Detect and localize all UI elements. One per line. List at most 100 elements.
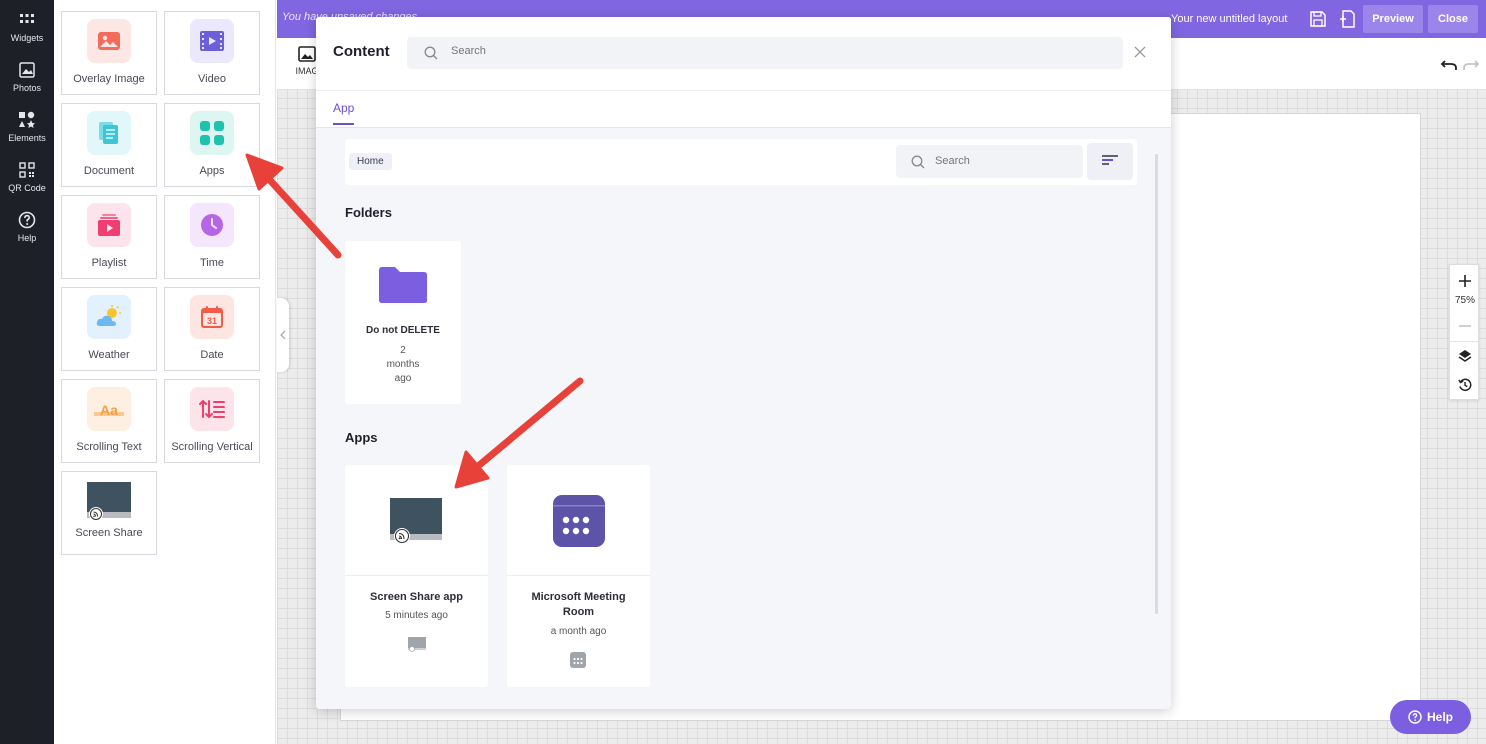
widget-playlist[interactable]: Playlist xyxy=(61,195,157,279)
widget-label: Apps xyxy=(199,165,225,177)
folders-heading: Folders xyxy=(345,205,392,220)
zoom-out-button[interactable] xyxy=(1450,315,1480,337)
app-name-line: Microsoft Meeting xyxy=(531,591,626,603)
widget-scrolling-vertical[interactable]: Scrolling Vertical xyxy=(164,379,260,463)
folder-time-line: ago xyxy=(394,373,412,384)
rail-label: Photos xyxy=(12,83,42,93)
app-name-line: Room xyxy=(562,606,595,618)
modal-header: Content xyxy=(316,17,1171,90)
modal-search[interactable] xyxy=(407,37,1123,69)
inner-search-input[interactable] xyxy=(935,155,1065,167)
widget-screen-share[interactable]: Screen Share xyxy=(61,471,157,555)
redo-icon[interactable] xyxy=(1462,56,1480,72)
rail-label: Help xyxy=(17,233,37,243)
folder-time-line: 2 xyxy=(400,345,406,356)
inner-search[interactable] xyxy=(896,145,1083,178)
screen-share-type-icon xyxy=(408,637,426,652)
chevron-left-icon xyxy=(280,330,286,340)
rail-label: QR Code xyxy=(8,183,46,193)
clock-icon xyxy=(190,203,234,247)
modal-scrollbar[interactable] xyxy=(1155,154,1158,614)
rail-item-qr-code[interactable]: QR Code xyxy=(0,152,54,202)
close-button[interactable]: Close xyxy=(1428,5,1478,33)
help-button-label: Help xyxy=(1426,710,1453,724)
shapes-icon xyxy=(19,111,35,128)
calendar-icon: 31 xyxy=(190,295,234,339)
layout-name[interactable]: Your new untitled layout xyxy=(1171,13,1287,25)
text-icon: Aa xyxy=(87,387,131,431)
apps-heading: Apps xyxy=(345,430,378,445)
meeting-room-icon xyxy=(553,495,605,547)
app-name: Microsoft Meeting Room xyxy=(507,590,650,620)
minus-icon xyxy=(1459,325,1471,327)
left-rail: Widgets Photos Elements QR Code Help xyxy=(0,0,54,744)
widget-scrolling-text[interactable]: Aa Scrolling Text xyxy=(61,379,157,463)
widget-document[interactable]: Document xyxy=(61,103,157,187)
rail-item-elements[interactable]: Elements xyxy=(0,102,54,152)
widget-label: Weather xyxy=(88,349,130,361)
screen-share-icon xyxy=(390,498,442,544)
help-button[interactable]: Help xyxy=(1390,700,1471,734)
grid-icon xyxy=(20,14,34,23)
app-time: a month ago xyxy=(550,626,607,637)
save-icon[interactable] xyxy=(1308,9,1328,29)
rail-label: Elements xyxy=(8,133,46,143)
widget-date[interactable]: 31 Date xyxy=(164,287,260,371)
rail-item-widgets[interactable]: Widgets xyxy=(0,2,54,52)
apps-icon xyxy=(190,111,234,155)
svg-text:31: 31 xyxy=(207,316,217,326)
sort-button[interactable] xyxy=(1087,143,1133,180)
app-time: 5 minutes ago xyxy=(385,610,448,621)
canvas-page-edge xyxy=(340,708,1421,721)
search-input[interactable] xyxy=(451,45,1051,57)
app-card-screen-share[interactable]: Screen Share app 5 minutes ago xyxy=(345,465,488,687)
search-icon xyxy=(424,46,438,60)
folder-card[interactable]: Do not DELETE 2 months ago xyxy=(345,241,461,404)
widget-video[interactable]: Video xyxy=(164,11,260,95)
widget-time[interactable]: Time xyxy=(164,195,260,279)
widget-label: Scrolling Vertical xyxy=(171,441,253,453)
panel-collapse-handle[interactable] xyxy=(277,298,289,372)
tab-app[interactable]: App xyxy=(333,101,355,125)
film-icon xyxy=(190,19,234,63)
rail-label: Widgets xyxy=(10,33,44,43)
image-icon xyxy=(87,19,131,63)
preview-button[interactable]: Preview xyxy=(1363,5,1423,33)
widget-label: Screen Share xyxy=(75,527,143,539)
folder-name: Do not DELETE xyxy=(366,325,440,336)
canvas-page[interactable] xyxy=(1170,113,1421,721)
save-as-icon[interactable] xyxy=(1338,9,1358,29)
widget-weather[interactable]: Weather xyxy=(61,287,157,371)
photo-icon xyxy=(19,62,35,78)
widget-label: Time xyxy=(199,257,225,269)
folder-time-line: months xyxy=(386,359,420,370)
zoom-in-button[interactable] xyxy=(1450,270,1480,292)
search-icon xyxy=(911,155,925,169)
app-card-preview xyxy=(507,465,650,576)
vertical-scroll-icon xyxy=(190,387,234,431)
breadcrumb-home[interactable]: Home xyxy=(349,153,392,170)
plus-icon xyxy=(1459,275,1471,287)
modal-tabs: App xyxy=(316,90,1171,128)
rail-item-help[interactable]: Help xyxy=(0,202,54,252)
close-icon[interactable] xyxy=(1133,45,1147,59)
widget-label: Date xyxy=(200,349,224,361)
widget-label: Document xyxy=(83,165,135,177)
help-circle-icon xyxy=(1408,710,1422,724)
modal-title: Content xyxy=(333,43,390,60)
widget-label: Scrolling Text xyxy=(76,441,142,453)
undo-icon[interactable] xyxy=(1440,56,1458,72)
screen-share-icon xyxy=(84,479,134,523)
zoom-controls: 75% xyxy=(1449,264,1480,400)
layers-button[interactable] xyxy=(1450,345,1480,367)
widget-apps[interactable]: Apps xyxy=(164,103,260,187)
widget-overlay-image[interactable]: Overlay Image xyxy=(61,11,157,95)
image-icon xyxy=(298,46,316,62)
qr-icon xyxy=(19,162,35,178)
rail-item-photos[interactable]: Photos xyxy=(0,52,54,102)
history-button[interactable] xyxy=(1450,374,1480,396)
widget-label: Video xyxy=(198,73,226,85)
meeting-room-type-icon xyxy=(570,652,586,668)
widget-label: Playlist xyxy=(91,257,127,269)
app-card-microsoft-meeting-room[interactable]: Microsoft Meeting Room a month ago xyxy=(507,465,650,687)
